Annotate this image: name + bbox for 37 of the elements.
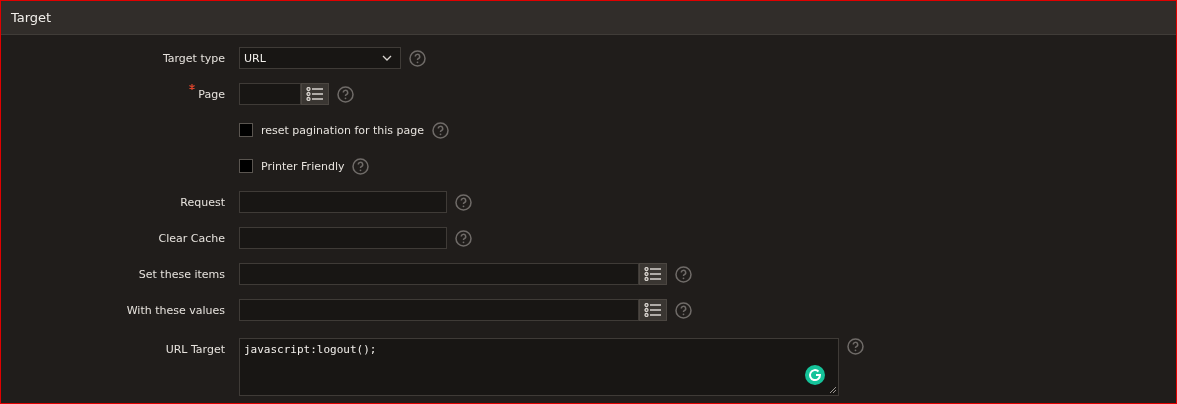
grammarly-icon[interactable] [805,365,825,385]
help-icon[interactable] [352,157,370,175]
help-icon[interactable] [409,49,426,67]
checkbox-label[interactable]: reset pagination for this page [261,123,425,137]
help-icon[interactable] [455,229,472,247]
checkbox-label[interactable]: Printer Friendly [261,159,345,173]
help-icon[interactable] [432,121,450,139]
list-icon [644,303,662,317]
field-label: Set these items [138,267,225,281]
input-field[interactable] [239,299,639,321]
help-icon[interactable] [455,193,472,211]
checkbox[interactable] [239,123,253,137]
field-label: Request [180,195,225,209]
help-icon[interactable] [847,338,864,355]
select-field[interactable]: URL [239,47,401,69]
input-field[interactable] [239,83,301,105]
resize-grip-icon[interactable] [829,386,837,394]
list-button[interactable] [639,263,667,285]
field-label: With these values [126,303,225,317]
list-icon [644,267,662,281]
field-label: Target type [162,51,225,65]
field-label: Clear Cache [158,231,225,245]
list-button[interactable] [639,299,667,321]
region-title: Target [11,10,52,25]
chevron-down-icon [382,55,392,61]
help-icon[interactable] [675,265,692,283]
text-area[interactable]: javascript:logout(); [239,338,839,396]
input-field[interactable] [239,191,447,213]
list-icon [306,87,324,101]
checkbox[interactable] [239,159,253,173]
input-field[interactable] [239,263,639,285]
help-icon[interactable] [337,85,354,103]
field-label: Page [198,87,225,101]
list-button[interactable] [301,83,329,105]
help-icon[interactable] [675,301,692,319]
field-label: URL Target [165,343,225,356]
input-field[interactable] [239,227,447,249]
